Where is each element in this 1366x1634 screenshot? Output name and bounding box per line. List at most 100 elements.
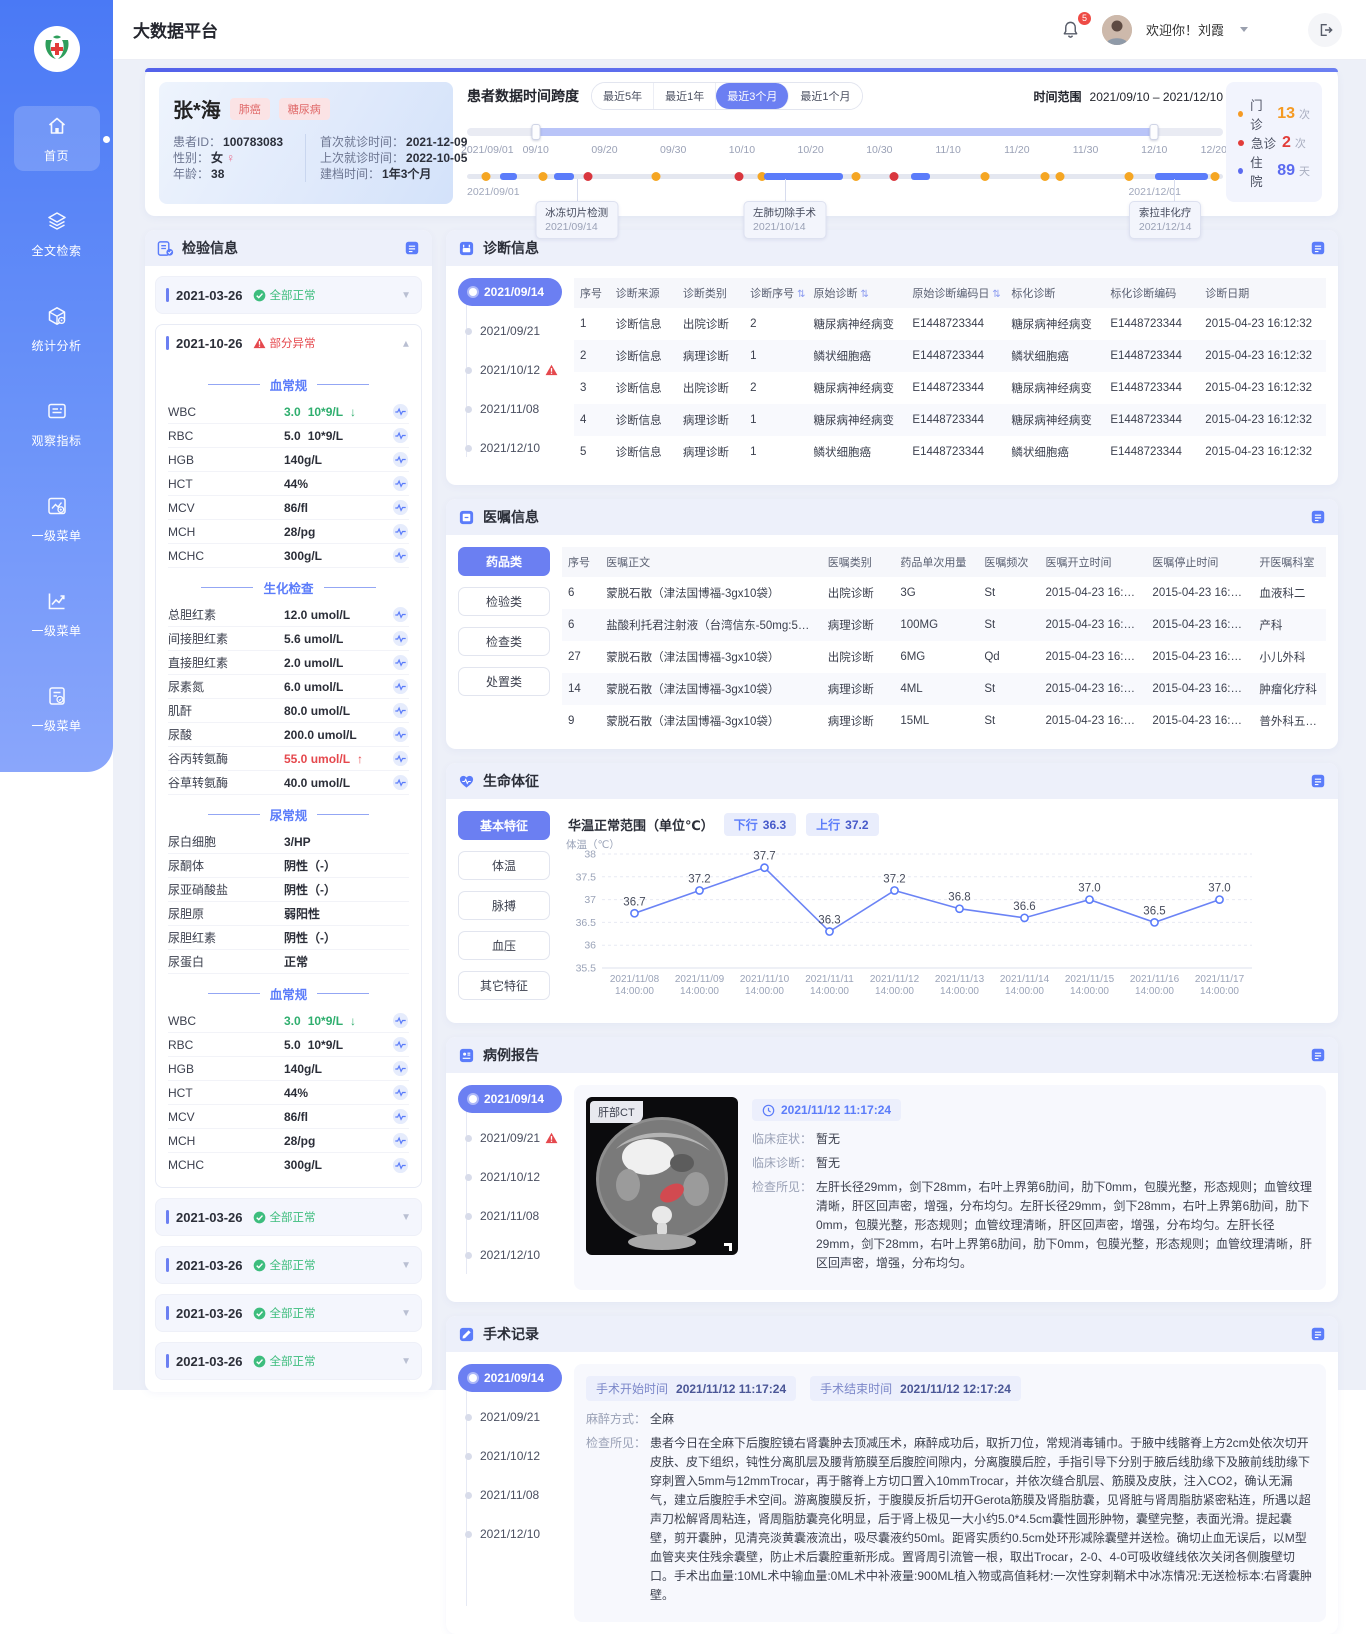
chevron-down-icon[interactable]	[1240, 27, 1248, 32]
timespan-button-最近3个月[interactable]: 最近3个月	[716, 83, 789, 109]
vitals-tab-血压[interactable]: 血压	[458, 931, 550, 960]
diagnosis-date-2021/11/08[interactable]: 2021/11/08	[460, 395, 562, 423]
timespan-button-最近1个月[interactable]: 最近1个月	[789, 83, 861, 109]
vitals-tab-脉搏[interactable]: 脉搏	[458, 891, 550, 920]
lab-date-card-header[interactable]: 2021-03-26全部正常▼	[156, 1199, 421, 1235]
sidebar-item-一级菜单-6[interactable]: 一级菜单	[14, 676, 100, 741]
column-header-原始诊断[interactable]: 原始诊断⇅	[807, 278, 906, 308]
chevron-down-icon[interactable]: ▼	[401, 1356, 411, 1367]
slider-handle-start[interactable]	[531, 124, 540, 140]
trend-chart-button[interactable]	[392, 774, 409, 791]
trend-chart-button[interactable]	[392, 630, 409, 647]
table-cell: 2015-04-23 16:12:32	[1146, 609, 1253, 641]
timespan-button-最近1年[interactable]: 最近1年	[654, 83, 716, 109]
chevron-down-icon[interactable]: ▼	[401, 290, 411, 301]
report-date-2021/10/12[interactable]: 2021/10/12	[460, 1163, 562, 1191]
surgery-date-2021/09/14[interactable]: 2021/09/14	[458, 1364, 562, 1392]
trend-chart-button[interactable]	[392, 523, 409, 540]
trend-chart-button[interactable]	[392, 750, 409, 767]
table-cell: E1448723344	[906, 308, 1005, 340]
lab-item-value: 44%	[284, 477, 308, 491]
chevron-down-icon[interactable]: ▼	[401, 1308, 411, 1319]
report-date-2021/09/21[interactable]: 2021/09/21	[460, 1124, 562, 1152]
lab-date-card-header[interactable]: 2021-10-26部分异常▼	[156, 325, 421, 361]
orders-tab-检验类[interactable]: 检验类	[458, 587, 550, 616]
chevron-down-icon[interactable]: ▼	[401, 1212, 411, 1223]
column-header-诊断序号[interactable]: 诊断序号⇅	[744, 278, 807, 308]
trend-chart-button[interactable]	[392, 678, 409, 695]
trend-chart-button[interactable]	[392, 427, 409, 444]
vitals-note-icon[interactable]	[1310, 773, 1326, 789]
diagnosis-date-2021/09/21[interactable]: 2021/09/21	[460, 317, 562, 345]
sidebar-item-全文检索-1[interactable]: 全文检索	[14, 201, 100, 266]
trend-chart-button[interactable]	[392, 1060, 409, 1077]
event-tooltip: 冰冻切片检测2021/09/14	[535, 201, 618, 239]
vitals-tab-体温[interactable]: 体温	[458, 851, 550, 880]
trend-chart-button[interactable]	[392, 654, 409, 671]
sort-icon[interactable]: ⇅	[860, 289, 868, 300]
trend-chart-button[interactable]	[392, 403, 409, 420]
welcome-text[interactable]: 欢迎你！刘霞	[1146, 20, 1224, 39]
timespan-button-最近5年[interactable]: 最近5年	[592, 83, 654, 109]
time-range-slider[interactable]	[467, 126, 1223, 138]
lab-date-card-header[interactable]: 2021-03-26全部正常▼	[156, 1247, 421, 1283]
chevron-down-icon[interactable]: ▼	[401, 1260, 411, 1271]
surgery-date-2021/09/21[interactable]: 2021/09/21	[460, 1403, 562, 1431]
sidebar-item-观察指标-3[interactable]: 观察指标	[14, 391, 100, 456]
trend-chart-button[interactable]	[392, 499, 409, 516]
lab-note-icon[interactable]	[404, 240, 420, 256]
trend-chart-button[interactable]	[392, 1108, 409, 1125]
ct-image[interactable]: 肝部CT	[586, 1097, 738, 1278]
trend-chart-button[interactable]	[392, 1157, 409, 1174]
trend-chart-button[interactable]	[392, 702, 409, 719]
trend-chart-button[interactable]	[392, 1084, 409, 1101]
notification-bell[interactable]: 5	[1054, 13, 1088, 47]
lab-date-card-header[interactable]: 2021-03-26全部正常▼	[156, 1295, 421, 1331]
report-date-2021/11/08[interactable]: 2021/11/08	[460, 1202, 562, 1230]
trend-chart-button[interactable]	[392, 475, 409, 492]
surgery-note-icon[interactable]	[1310, 1326, 1326, 1342]
surgery-date-2021/12/10[interactable]: 2021/12/10	[460, 1520, 562, 1548]
trend-chart-button[interactable]	[392, 606, 409, 623]
surgery-date-2021/10/12[interactable]: 2021/10/12	[460, 1442, 562, 1470]
report-date-2021/12/10[interactable]: 2021/12/10	[460, 1241, 562, 1269]
app-title: 大数据平台	[133, 17, 218, 42]
lab-date-card-header[interactable]: 2021-03-26全部正常▼	[156, 1343, 421, 1379]
trend-chart-button[interactable]	[392, 547, 409, 564]
lab-row: 肌酐80.0 umol/L	[168, 699, 409, 723]
column-header-原始诊断编码日[interactable]: 原始诊断编码日⇅	[906, 278, 1005, 308]
lab-item-value: 28/pg	[284, 525, 315, 539]
chevron-up-icon[interactable]: ▼	[401, 338, 411, 349]
trend-chart-button[interactable]	[392, 726, 409, 743]
trend-chart-button[interactable]	[392, 1132, 409, 1149]
orders-tab-药品类[interactable]: 药品类	[458, 547, 550, 576]
diagnosis-date-2021/12/10[interactable]: 2021/12/10	[460, 434, 562, 462]
orders-tab-检查类[interactable]: 检查类	[458, 627, 550, 656]
diagnosis-note-icon[interactable]	[1310, 240, 1326, 256]
diagnosis-date-2021/09/14[interactable]: 2021/09/14	[458, 278, 562, 306]
trend-chart-button[interactable]	[392, 1012, 409, 1029]
slider-handle-end[interactable]	[1150, 124, 1159, 140]
sidebar-item-一级菜单-4[interactable]: 一级菜单	[14, 486, 100, 551]
sidebar-item-首页-0[interactable]: 首页	[14, 106, 100, 171]
sidebar-item-统计分析-2[interactable]: 统计分析	[14, 296, 100, 361]
lab-date-card-header[interactable]: 2021-03-26全部正常▼	[156, 277, 421, 313]
sidebar-item-label: 一级菜单	[31, 527, 81, 544]
trend-chart-button[interactable]	[392, 451, 409, 468]
avatar[interactable]	[1102, 15, 1132, 45]
sort-icon[interactable]: ⇅	[992, 289, 1000, 300]
report-note-icon[interactable]	[1310, 1047, 1326, 1063]
sidebar-item-一级菜单-5[interactable]: 一级菜单	[14, 581, 100, 646]
report-date-2021/09/14[interactable]: 2021/09/14	[458, 1085, 562, 1113]
vitals-tab-其它特征[interactable]: 其它特征	[458, 971, 550, 1000]
trend-chart-button[interactable]	[392, 1036, 409, 1053]
orders-note-icon[interactable]	[1310, 509, 1326, 525]
surgery-date-2021/11/08[interactable]: 2021/11/08	[460, 1481, 562, 1509]
vitals-tab-基本特征[interactable]: 基本特征	[458, 811, 550, 840]
orders-tab-处置类[interactable]: 处置类	[458, 667, 550, 696]
diagnosis-date-2021/10/12[interactable]: 2021/10/12	[460, 356, 562, 384]
svg-text:14:00:00: 14:00:00	[1135, 986, 1174, 997]
logout-button[interactable]	[1308, 13, 1342, 47]
section-line	[317, 993, 369, 994]
sort-icon[interactable]: ⇅	[797, 289, 805, 300]
